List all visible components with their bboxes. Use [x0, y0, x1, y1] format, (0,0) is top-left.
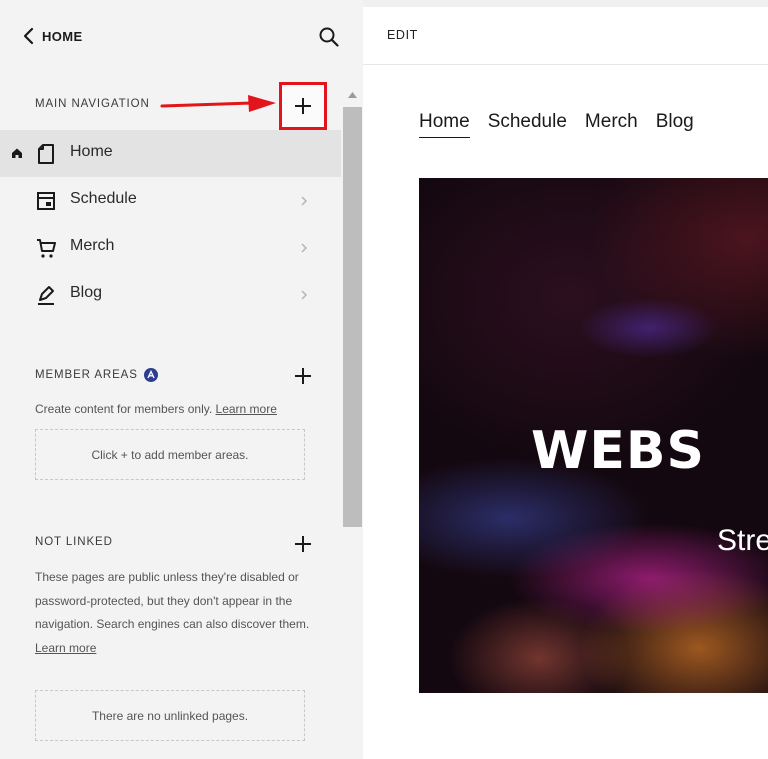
calendar-icon	[37, 192, 55, 210]
main-navigation-heading: MAIN NAVIGATION	[35, 98, 150, 110]
member-areas-heading: MEMBER AREAS	[35, 368, 158, 382]
hero-title: WEBS	[531, 421, 705, 481]
nav-item-blog[interactable]: Blog	[0, 271, 341, 318]
back-home-label: HOME	[42, 28, 83, 44]
edit-toolbar: EDIT	[363, 7, 768, 65]
nav-item-label: Blog	[70, 284, 103, 301]
add-page-plus-icon[interactable]	[291, 94, 315, 118]
site-nav-link-home[interactable]: Home	[419, 111, 470, 138]
page-icon	[38, 144, 54, 164]
member-areas-learn-more-link[interactable]: Learn more	[216, 402, 277, 416]
edit-button[interactable]: EDIT	[387, 28, 418, 42]
cart-icon	[37, 239, 56, 258]
site-header-nav: Home Schedule Merch Blog	[419, 111, 694, 138]
blog-pen-icon	[38, 286, 54, 305]
site-nav-link-blog[interactable]: Blog	[656, 111, 694, 138]
member-areas-label: MEMBER AREAS	[35, 369, 138, 381]
nav-item-label: Schedule	[70, 190, 137, 207]
site-nav-link-merch[interactable]: Merch	[585, 111, 638, 138]
home-indicator-icon	[12, 148, 22, 158]
sidebar-scrollbar[interactable]	[342, 87, 363, 759]
main-navigation-list: Home Schedule Merch Blog	[0, 130, 341, 318]
chevron-right-icon[interactable]	[300, 242, 308, 254]
no-unlinked-pages-placeholder: There are no unlinked pages.	[35, 690, 305, 741]
search-icon[interactable]	[317, 25, 341, 49]
site-preview: EDIT Home Schedule Merch Blog WEBS Stre	[363, 7, 768, 759]
scrollbar-thumb[interactable]	[343, 107, 362, 527]
member-areas-description-text: Create content for members only.	[35, 402, 213, 416]
chevron-right-icon[interactable]	[300, 289, 308, 301]
add-member-area-plus-icon[interactable]	[291, 364, 315, 388]
back-home-link[interactable]: HOME	[22, 25, 83, 47]
scroll-up-arrow-icon[interactable]	[347, 91, 358, 99]
member-areas-description: Create content for members only. Learn m…	[35, 398, 315, 422]
nav-item-label: Merch	[70, 237, 115, 254]
hero-banner[interactable]: WEBS Stre	[419, 178, 768, 693]
not-linked-heading: NOT LINKED	[35, 536, 113, 548]
member-areas-badge-icon	[143, 368, 158, 382]
annotation-highlight-box	[279, 82, 327, 130]
nav-item-schedule[interactable]: Schedule	[0, 177, 341, 224]
add-member-areas-placeholder[interactable]: Click + to add member areas.	[35, 429, 305, 480]
site-nav-link-schedule[interactable]: Schedule	[488, 111, 567, 138]
pages-panel: HOME MAIN NAVIGATION Home Schedule Merch	[0, 0, 363, 759]
hero-subtitle: Stre	[717, 524, 768, 557]
not-linked-learn-more-link[interactable]: Learn more	[35, 641, 96, 655]
nav-item-home[interactable]: Home	[0, 130, 341, 177]
chevron-right-icon[interactable]	[300, 195, 308, 207]
nav-item-label: Home	[70, 143, 113, 160]
nav-item-merch[interactable]: Merch	[0, 224, 341, 271]
chevron-left-icon	[23, 27, 34, 45]
annotation-arrow-icon	[160, 95, 276, 112]
add-not-linked-plus-icon[interactable]	[291, 532, 315, 556]
not-linked-description-text: These pages are public unless they're di…	[35, 570, 310, 631]
not-linked-description: These pages are public unless they're di…	[35, 566, 315, 660]
